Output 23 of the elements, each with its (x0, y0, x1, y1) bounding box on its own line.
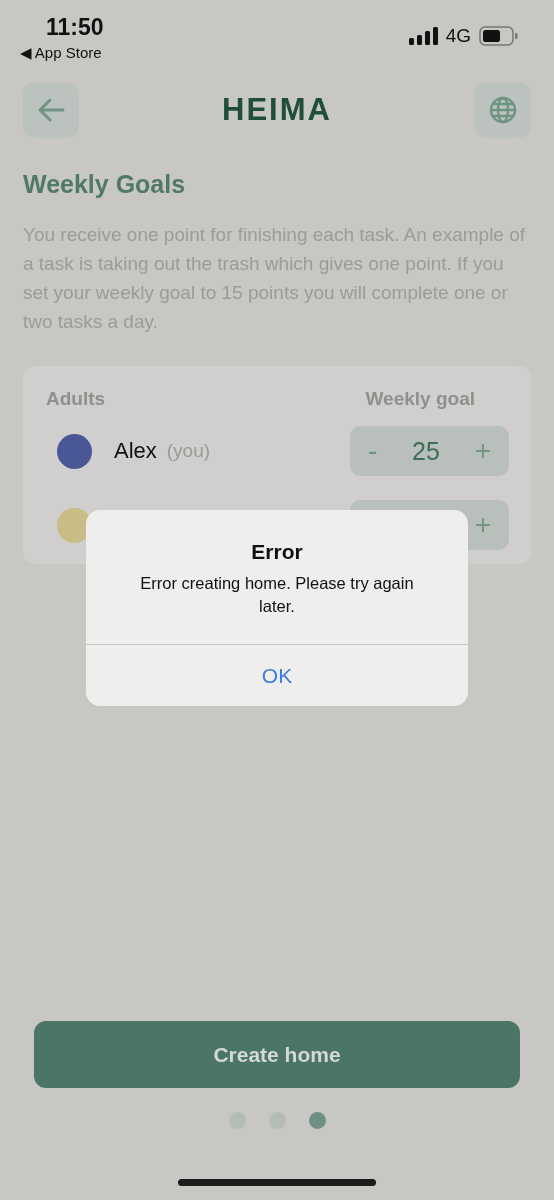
back-to-app-link[interactable]: ◀ App Store (20, 44, 102, 62)
member-name: Alex (114, 438, 157, 464)
column-header: Adults (46, 388, 106, 411)
signal-icon (408, 27, 438, 45)
section-title: Weekly Goals (23, 170, 187, 200)
app-logo: HEIMA (222, 92, 332, 128)
language-button[interactable] (475, 82, 531, 138)
globe-icon (489, 96, 517, 124)
increment-button[interactable]: + (472, 509, 493, 541)
decrement-button[interactable]: - (366, 435, 380, 467)
column-header: Weekly goal (365, 388, 475, 411)
back-button[interactable] (23, 82, 79, 138)
page-indicator-dot[interactable] (308, 1112, 326, 1129)
battery-icon (479, 26, 518, 46)
alert-title: Error (251, 540, 303, 564)
back-arrow-icon (37, 98, 65, 122)
status-time: 11:50 (46, 14, 104, 41)
create-home-button[interactable]: Create home (34, 1021, 520, 1088)
alert-message: Error creating home. Please try again later. (139, 573, 415, 617)
ok-button[interactable]: OK (86, 644, 468, 706)
network-label: 4G (445, 25, 471, 47)
goal-value: 25 (412, 436, 440, 466)
increment-button[interactable]: + (472, 435, 493, 467)
